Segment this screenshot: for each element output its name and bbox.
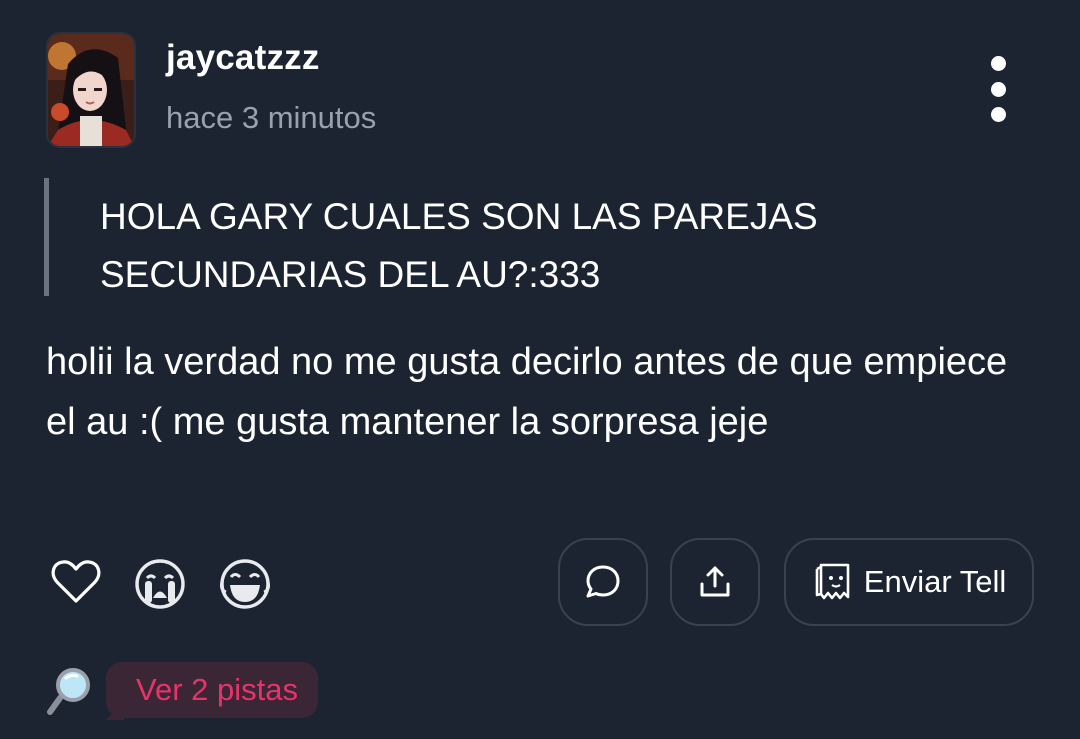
heart-icon[interactable]: [50, 556, 102, 613]
crying-face-icon[interactable]: [134, 558, 186, 615]
view-hints-button[interactable]: Ver 2 pistas: [106, 662, 318, 720]
share-upload-icon: [700, 566, 730, 597]
view-hints-label: Ver 2 pistas: [136, 672, 298, 707]
tell-ghost-icon: [815, 563, 850, 600]
username[interactable]: jaycatzzz: [166, 38, 320, 78]
comment-bubble-icon: [586, 565, 620, 598]
share-button[interactable]: [670, 538, 760, 626]
send-tell-button[interactable]: Enviar Tell: [784, 538, 1034, 626]
laughing-face-icon[interactable]: [218, 558, 272, 615]
question-quote: HOLA GARY CUALES SON LAS PAREJAS SECUNDA…: [44, 178, 989, 296]
send-tell-label: Enviar Tell: [863, 564, 1007, 599]
more-vertical-icon[interactable]: [978, 56, 1018, 122]
avatar[interactable]: [46, 32, 136, 148]
comment-button[interactable]: [558, 538, 648, 626]
question-text: HOLA GARY CUALES SON LAS PAREJAS SECUNDA…: [100, 196, 818, 295]
post-timestamp: hace 3 minutos: [166, 100, 377, 135]
answer-text: holii la verdad no me gusta decirlo ante…: [46, 341, 1008, 443]
magnifier-icon: [46, 666, 94, 721]
